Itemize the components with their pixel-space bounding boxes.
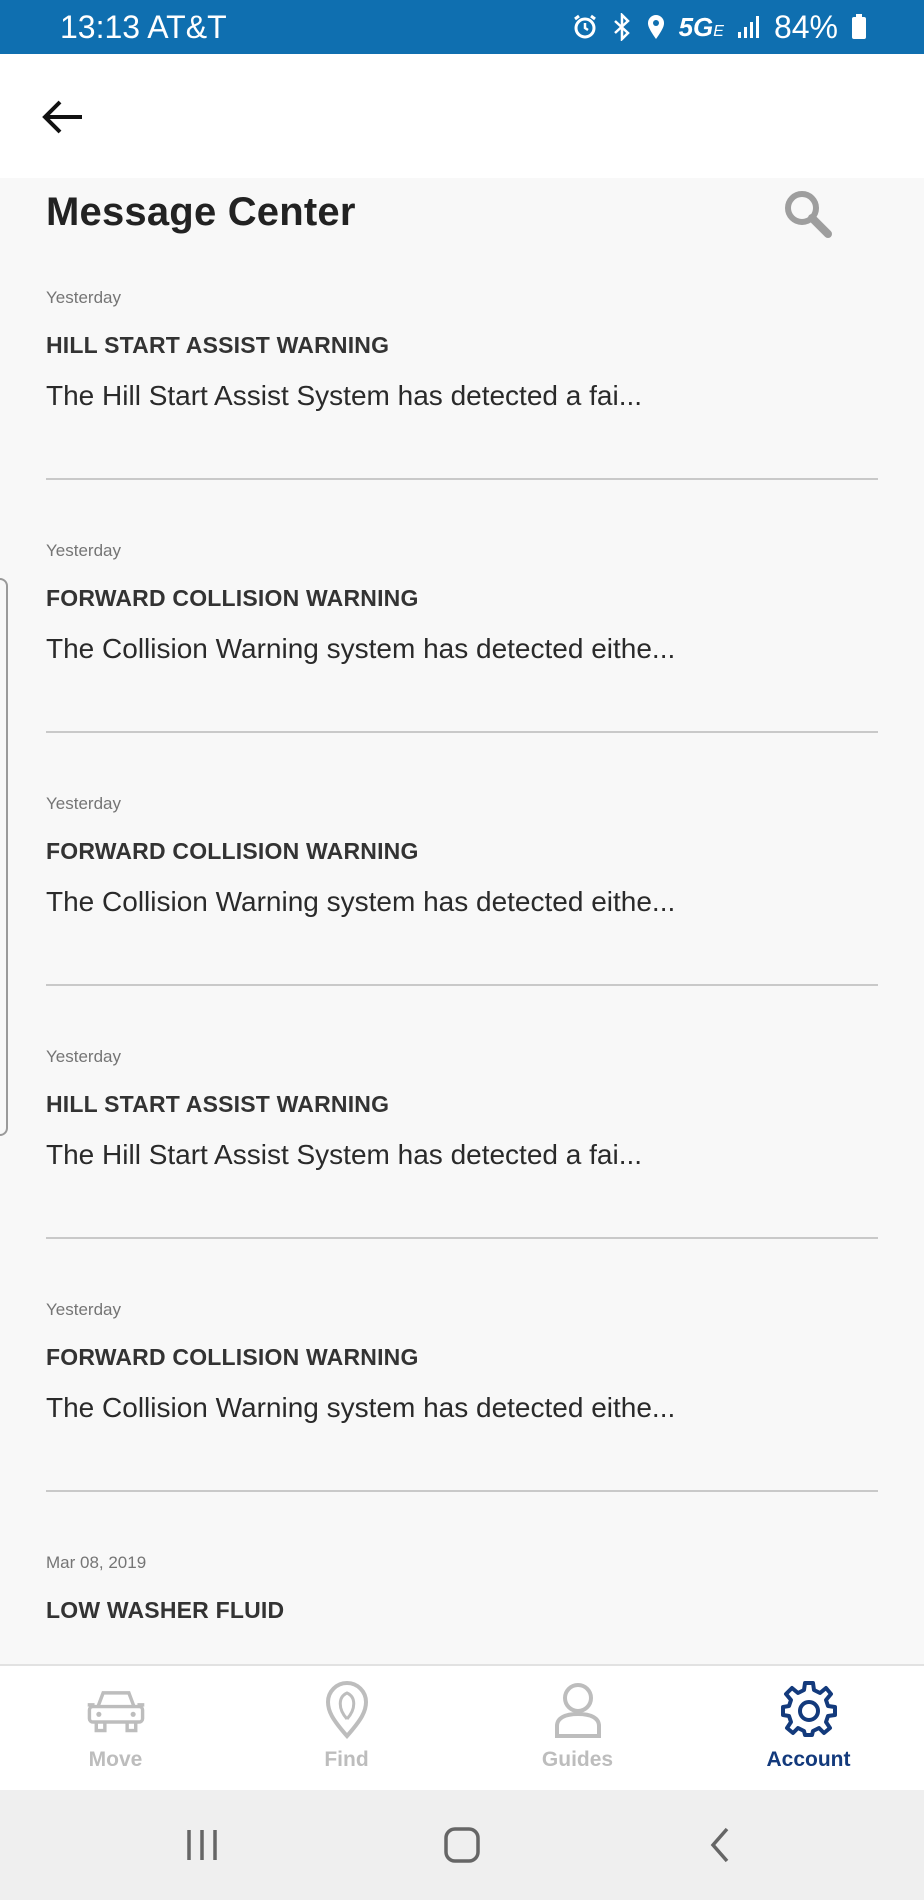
car-icon	[86, 1680, 146, 1740]
back-button[interactable]	[38, 92, 88, 142]
divider	[46, 984, 878, 986]
network-type: 5GE	[678, 11, 724, 42]
status-bar: 13:13 AT&T 5GE 84%	[0, 0, 924, 54]
gear-icon	[779, 1680, 839, 1740]
message-date: Yesterday	[46, 1300, 121, 1319]
message-date: Yesterday	[46, 541, 121, 560]
battery-icon	[850, 13, 868, 41]
home-button[interactable]	[432, 1820, 492, 1870]
message-date: Yesterday	[46, 794, 121, 813]
message-item[interactable]: Yesterday FORWARD COLLISION WARNING The …	[46, 1300, 878, 1553]
message-center-content[interactable]: Message Center Yesterday HILL START ASSI…	[0, 178, 924, 1664]
status-time: 13:13 AT&T	[60, 8, 227, 45]
message-preview: The Hill Start Assist System has detecte…	[46, 1139, 643, 1170]
bluetooth-icon	[611, 13, 633, 41]
divider	[46, 731, 878, 733]
search-button[interactable]	[780, 186, 836, 242]
nav-label: Move	[88, 1748, 143, 1771]
message-title: HILL START ASSIST WARNING	[46, 332, 390, 358]
system-nav-bar	[0, 1790, 924, 1900]
bottom-nav: Move Find Guides Account	[0, 1664, 924, 1790]
message-preview: The Collision Warning system has detecte…	[46, 633, 676, 664]
home-icon	[444, 1827, 480, 1863]
divider	[46, 478, 878, 480]
recent-apps-button[interactable]	[172, 1820, 232, 1870]
message-preview: The Collision Warning system has detecte…	[46, 886, 676, 917]
page-title: Message Center	[46, 190, 356, 234]
nav-find[interactable]: Find	[231, 1666, 462, 1790]
divider	[46, 1490, 878, 1492]
message-date: Yesterday	[46, 1047, 121, 1066]
location-pin-icon	[317, 1680, 377, 1740]
battery-percent: 84%	[773, 8, 838, 45]
message-title: FORWARD COLLISION WARNING	[46, 838, 419, 864]
nav-label: Guides	[541, 1748, 614, 1771]
chevron-left-icon	[710, 1827, 729, 1863]
message-list: Yesterday HILL START ASSIST WARNING The …	[46, 288, 878, 1664]
nav-account[interactable]: Account	[693, 1666, 924, 1790]
message-title: FORWARD COLLISION WARNING	[46, 585, 419, 611]
system-back-button[interactable]	[690, 1820, 750, 1870]
person-icon	[548, 1680, 608, 1740]
recent-apps-icon	[187, 1830, 217, 1860]
message-item[interactable]: Mar 08, 2019 LOW WASHER FLUID	[46, 1553, 878, 1664]
search-icon	[785, 191, 832, 238]
divider	[46, 1237, 878, 1239]
arrow-left-icon	[42, 100, 82, 134]
message-date: Yesterday	[46, 288, 121, 307]
message-item[interactable]: Yesterday HILL START ASSIST WARNING The …	[46, 1047, 878, 1300]
message-item[interactable]: Yesterday FORWARD COLLISION WARNING The …	[46, 794, 878, 1047]
message-item[interactable]: Yesterday HILL START ASSIST WARNING The …	[46, 288, 878, 541]
nav-label: Find	[324, 1748, 369, 1771]
message-preview: The Collision Warning system has detecte…	[46, 1392, 676, 1423]
message-title: HILL START ASSIST WARNING	[46, 1091, 390, 1117]
alarm-icon	[571, 13, 599, 41]
message-title: LOW WASHER FLUID	[46, 1597, 285, 1623]
nav-label: Account	[766, 1748, 851, 1771]
location-icon	[645, 13, 667, 41]
status-icons: 5GE 84%	[571, 0, 868, 54]
nav-move[interactable]: Move	[0, 1666, 231, 1790]
message-preview: The Hill Start Assist System has detecte…	[46, 380, 643, 411]
app-bar	[0, 54, 924, 178]
message-title: FORWARD COLLISION WARNING	[46, 1344, 419, 1370]
message-date: Mar 08, 2019	[46, 1553, 147, 1572]
signal-icon	[736, 14, 762, 40]
nav-guides[interactable]: Guides	[462, 1666, 693, 1790]
edge-panel-handle[interactable]	[0, 578, 8, 1136]
message-item[interactable]: Yesterday FORWARD COLLISION WARNING The …	[46, 541, 878, 794]
